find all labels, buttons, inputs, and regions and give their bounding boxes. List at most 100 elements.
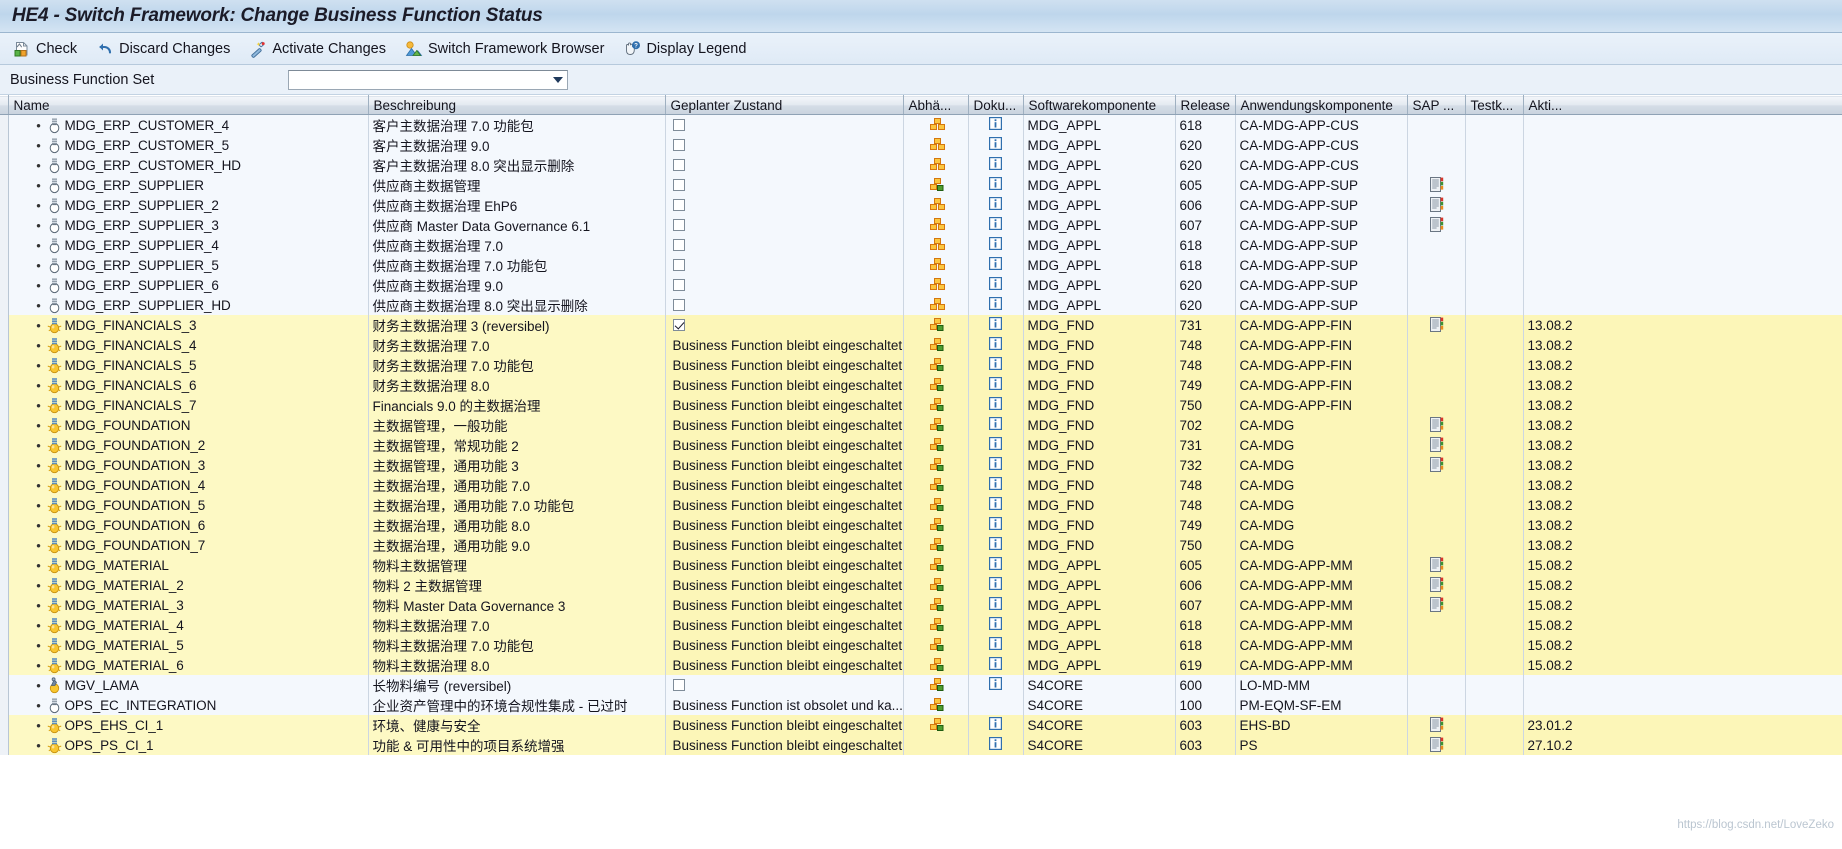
cell-dependencies[interactable] [903,475,969,495]
chevron-down-icon[interactable] [549,71,567,89]
cell-dependencies[interactable] [903,355,969,375]
planned-state-checkbox[interactable] [672,199,685,211]
column-header-akti[interactable]: Akti... [1523,95,1842,115]
cell-planned-state[interactable] [665,175,904,195]
cell-planned-state[interactable] [665,675,904,695]
cell-name[interactable]: • MDG_ERP_SUPPLIER_HD [8,295,369,315]
cell-documentation[interactable] [968,415,1024,435]
cell-name[interactable]: • MDG_ERP_SUPPLIER_4 [8,235,369,255]
cell-name[interactable]: • MDG_FOUNDATION_6 [8,515,369,535]
cell-name[interactable]: • MDG_MATERIAL_2 [8,575,369,595]
cell-documentation[interactable] [968,395,1024,415]
cell-planned-state[interactable]: Business Function bleibt eingeschaltet [665,435,904,455]
cell-dependencies[interactable] [903,175,969,195]
info-icon[interactable] [988,116,1006,134]
info-icon[interactable] [988,736,1006,754]
table-row[interactable]: • MDG_ERP_CUSTOMER_5 客户主数据治理 9.0 MDG_APPL 62… [0,135,1842,155]
info-icon[interactable] [988,276,1006,294]
info-icon[interactable] [988,236,1006,254]
cell-dependencies[interactable] [903,195,969,215]
cell-planned-state[interactable] [665,114,904,135]
cell-dependencies[interactable] [903,575,969,595]
cell-name[interactable]: • MDG_FOUNDATION [8,415,369,435]
planned-state-checkbox[interactable] [672,119,685,131]
document-status-icon[interactable] [1429,176,1447,194]
table-row[interactable]: • MGV_LAMA 长物料编号 (reversibel) S4CORE 600 LO-M… [0,675,1842,695]
info-icon[interactable] [988,656,1006,674]
cell-dependencies[interactable] [903,335,969,355]
cell-sap-status[interactable] [1407,215,1466,235]
cell-sap-status[interactable] [1407,195,1466,215]
cell-dependencies[interactable] [903,135,969,155]
dependency-blocks-icon[interactable] [929,637,946,654]
cell-sap-status[interactable] [1407,114,1466,135]
table-row[interactable]: • MDG_MATERIAL_2 物料 2 主数据管理 Business Functi… [0,575,1842,595]
cell-documentation[interactable] [968,435,1024,455]
cell-dependencies[interactable] [903,415,969,435]
dependency-blocks-icon[interactable] [929,317,946,334]
cell-planned-state[interactable]: Business Function bleibt eingeschaltet [665,655,904,675]
info-icon[interactable] [988,536,1006,554]
table-row[interactable]: • MDG_FINANCIALS_5 财务主数据治理 7.0 功能包 Business… [0,355,1842,375]
cell-sap-status[interactable] [1407,735,1466,755]
cell-documentation[interactable] [968,255,1024,275]
row-selector[interactable] [0,215,9,235]
cell-planned-state[interactable] [665,255,904,275]
column-header-name[interactable]: Name [8,95,369,115]
cell-planned-state[interactable] [665,295,904,315]
info-icon[interactable] [988,436,1006,454]
column-header-doku[interactable]: Doku... [968,95,1024,115]
table-row[interactable]: • OPS_EC_INTEGRATION 企业资产管理中的环境合规性集成 - 已过时… [0,695,1842,715]
row-selector[interactable] [0,595,9,615]
document-status-icon[interactable] [1429,216,1447,234]
cell-documentation[interactable] [968,715,1024,735]
table-row[interactable]: • MDG_ERP_SUPPLIER_3 供应商 Master Data Gover… [0,215,1842,235]
cell-planned-state[interactable]: Business Function bleibt eingeschaltet [665,555,904,575]
cell-dependencies[interactable] [903,375,969,395]
info-icon[interactable] [988,256,1006,274]
cell-documentation[interactable] [968,215,1024,235]
row-selector[interactable] [0,615,9,635]
cell-name[interactable]: • MDG_ERP_SUPPLIER_2 [8,195,369,215]
cell-sap-status[interactable] [1407,135,1466,155]
table-row[interactable]: • MDG_MATERIAL 物料主数据管理 Business Function bl… [0,555,1842,575]
row-selector[interactable] [0,375,9,395]
dependency-blocks-icon[interactable] [929,497,946,514]
cell-sap-status[interactable] [1407,335,1466,355]
dependency-blocks-icon[interactable] [929,437,946,454]
cell-sap-status[interactable] [1407,415,1466,435]
planned-state-checkbox[interactable] [672,239,685,251]
cell-name[interactable]: • MDG_FOUNDATION_4 [8,475,369,495]
cell-planned-state[interactable]: Business Function bleibt eingeschaltet [665,475,904,495]
discard-changes-button[interactable]: Discard Changes [93,36,240,62]
column-header-zust[interactable]: Geplanter Zustand [665,95,904,115]
planned-state-checkbox[interactable] [672,279,685,291]
cell-documentation[interactable] [968,575,1024,595]
cell-sap-status[interactable] [1407,255,1466,275]
row-selector[interactable] [0,455,9,475]
column-header-rel[interactable]: Release [1175,95,1236,115]
dependency-blocks-icon[interactable] [929,337,946,354]
cell-name[interactable]: • MDG_ERP_SUPPLIER_3 [8,215,369,235]
document-status-icon[interactable] [1429,196,1447,214]
cell-dependencies[interactable] [903,555,969,575]
cell-sap-status[interactable] [1407,235,1466,255]
cell-documentation[interactable] [968,655,1024,675]
document-status-icon[interactable] [1429,736,1447,754]
document-status-icon[interactable] [1429,596,1447,614]
dependency-blocks-icon[interactable] [929,477,946,494]
table-row[interactable]: • MDG_MATERIAL_6 物料主数据治理 8.0 Business Funct… [0,655,1842,675]
cell-planned-state[interactable]: Business Function bleibt eingeschaltet [665,495,904,515]
cell-planned-state[interactable]: Business Function bleibt eingeschaltet [665,395,904,415]
dependency-blocks-icon[interactable] [929,197,946,214]
row-selector[interactable] [0,315,9,335]
row-selector[interactable] [0,155,9,175]
cell-dependencies[interactable] [903,595,969,615]
info-icon[interactable] [988,556,1006,574]
cell-dependencies[interactable] [903,395,969,415]
planned-state-checkbox[interactable] [672,319,685,331]
row-selector[interactable] [0,435,9,455]
info-icon[interactable] [988,336,1006,354]
info-icon[interactable] [988,356,1006,374]
row-selector[interactable] [0,635,9,655]
